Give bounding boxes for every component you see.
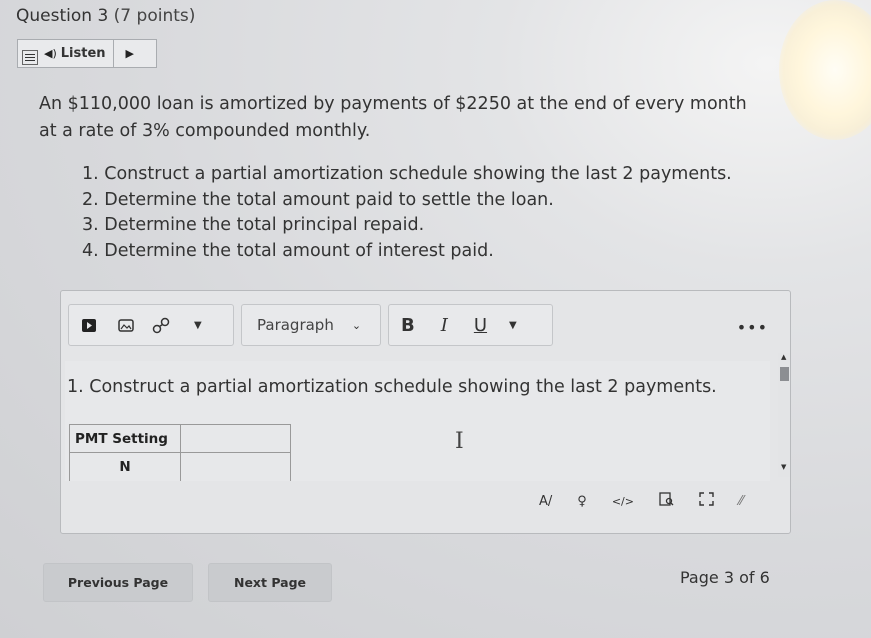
table-row: PMT Setting [69, 424, 291, 453]
underline-button[interactable]: U [474, 315, 487, 336]
paragraph-label: Paragraph [257, 316, 334, 334]
question-number: Question 3 [16, 6, 109, 26]
listen-widget: ◀) Listen ▶ [17, 39, 157, 68]
previous-page-button[interactable]: Previous Page [43, 563, 193, 602]
list-item: 2. Determine the total amount paid to se… [82, 189, 554, 210]
editor-content-text: 1. Construct a partial amortization sche… [67, 377, 717, 397]
play-icon[interactable]: ▶ [114, 47, 134, 60]
list-item: 3. Determine the total principal repaid. [82, 215, 425, 235]
listen-label: Listen [60, 46, 106, 61]
menu-icon[interactable] [22, 50, 38, 65]
answer-editor: ▼ Paragraph ⌄ B I U ▼ ••• 1. Construct a… [60, 290, 791, 534]
fullscreen-icon[interactable] [699, 492, 714, 510]
resize-icon[interactable]: ⁄⁄ [739, 494, 743, 509]
list-item: 4. Determine the total amount of interes… [82, 240, 494, 261]
accessibility-icon[interactable]: ♀ [577, 494, 587, 509]
image-icon[interactable] [118, 318, 134, 332]
question-points: (7 points) [113, 6, 196, 26]
listen-button[interactable]: ◀) Listen [38, 40, 114, 67]
format-dropdown-icon[interactable]: ▼ [509, 320, 517, 331]
insert-toolbar-group: ▼ [68, 304, 234, 346]
editor-scrollbar[interactable]: ▲ ▼ [778, 353, 790, 477]
speaker-icon: ◀) [44, 47, 57, 60]
scroll-down-icon[interactable]: ▼ [781, 463, 786, 471]
table-cell[interactable] [180, 424, 291, 453]
editor-bottom-toolbar: A/ ♀ </> ⁄⁄ [539, 492, 743, 510]
table-row: N [69, 452, 291, 481]
list-item: 1. Construct a partial amortization sche… [82, 164, 732, 184]
video-icon[interactable] [82, 318, 96, 332]
more-options-icon[interactable]: ••• [737, 318, 768, 337]
problem-text: An $110,000 loan is amortized by payment… [39, 94, 747, 141]
scroll-up-icon[interactable]: ▲ [781, 353, 786, 361]
paragraph-dropdown[interactable]: Paragraph ⌄ [241, 304, 381, 346]
light-glare [779, 0, 871, 140]
editor-toolbar: ▼ Paragraph ⌄ B I U ▼ ••• [61, 291, 790, 359]
steps-list: 1. Construct a partial amortization sche… [82, 162, 732, 264]
text-cursor-icon: I [455, 429, 464, 454]
bold-button[interactable]: B [401, 315, 415, 336]
link-icon[interactable] [152, 317, 170, 334]
page-indicator: Page 3 of 6 [680, 568, 770, 587]
spellcheck-icon[interactable]: A/ [539, 494, 552, 509]
table-header-cell[interactable]: PMT Setting [69, 424, 181, 453]
preview-icon[interactable] [659, 492, 674, 510]
code-icon[interactable]: </> [612, 495, 634, 508]
next-page-button[interactable]: Next Page [208, 563, 332, 602]
table-cell-n[interactable]: N [69, 452, 181, 481]
pmt-table[interactable]: PMT Setting N [69, 424, 291, 481]
scroll-thumb[interactable] [780, 367, 789, 381]
question-title: Question 3 (7 points) [16, 6, 195, 26]
table-cell[interactable] [180, 452, 291, 481]
insert-dropdown-icon[interactable]: ▼ [194, 320, 202, 331]
format-toolbar-group: B I U ▼ [388, 304, 553, 346]
editor-content[interactable]: 1. Construct a partial amortization sche… [65, 361, 770, 481]
italic-button[interactable]: I [441, 315, 448, 336]
chevron-down-icon: ⌄ [351, 318, 362, 332]
